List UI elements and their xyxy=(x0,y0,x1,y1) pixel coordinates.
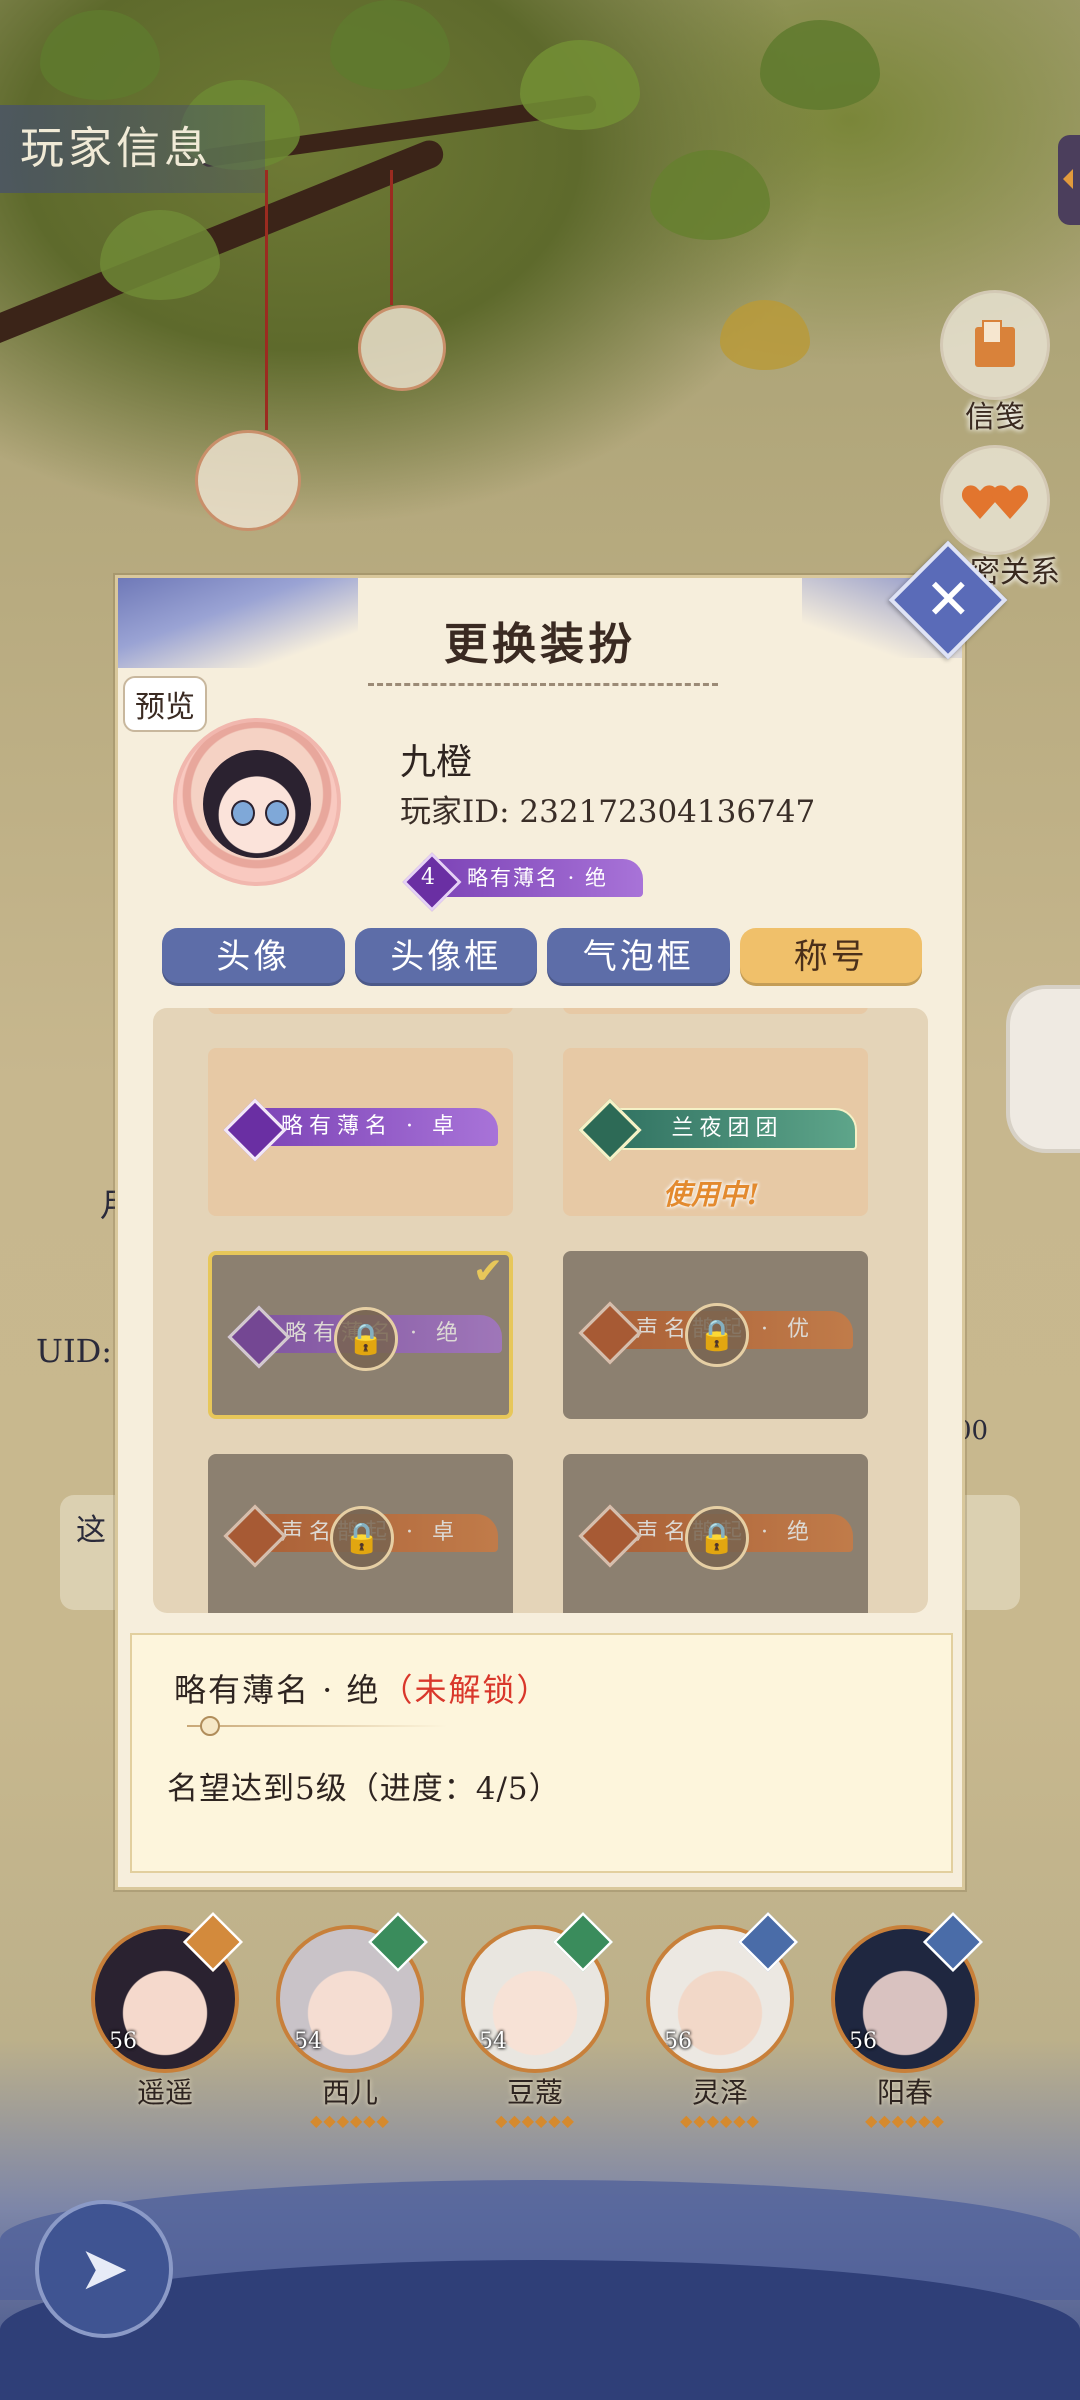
character-name: 遥遥 xyxy=(136,2076,193,2109)
title-cell[interactable]: 声名鹊起 · 卓 🔒 xyxy=(208,1454,513,1613)
maple-leaf xyxy=(40,10,160,100)
title-detail-panel: 略有薄名 · 绝（未解锁） 名望达到5级（进度：4/5） xyxy=(130,1633,953,1873)
detail-divider-dot xyxy=(200,1716,220,1736)
title-cell[interactable]: 略有薄名 · 绝 🔒 ✔ xyxy=(208,1251,513,1419)
star-rating: ◆◆◆◆◆◆ xyxy=(495,2111,575,2130)
avatar xyxy=(173,718,341,886)
lock-icon: 🔒 xyxy=(330,1506,394,1570)
detail-status: （未解锁） xyxy=(380,1671,551,1709)
detail-divider xyxy=(187,1725,447,1727)
swallow-icon: ➤ xyxy=(78,2234,130,2304)
lock-icon: 🔒 xyxy=(685,1506,749,1570)
character-level: 54 xyxy=(294,2029,322,2054)
title-ribbon: 略有薄名 · 卓 xyxy=(223,1098,498,1162)
detail-title: 略有薄名 · 绝（未解锁） xyxy=(174,1665,551,1711)
character-level: 56 xyxy=(849,2029,877,2054)
title-cell[interactable]: 兰夜团团 使用中! xyxy=(563,1048,868,1216)
detail-requirement: 名望达到5级（进度：4/5） xyxy=(167,1771,561,1807)
star-rating: ◆◆◆◆◆◆ xyxy=(680,2111,760,2130)
dressup-modal: 更换装扮 ✕ 预览 九橙 玩家ID: 232172304136747 略有薄名 … xyxy=(115,540,1008,1890)
in-use-label: 使用中! xyxy=(663,1178,760,1211)
character-list: 56 遥遥 54 西儿 ◆◆◆◆◆◆ 54 豆蔻 ◆◆◆◆◆◆ 56 灵泽 ◆◆… xyxy=(90,1911,990,2145)
character-name: 阳春 xyxy=(876,2076,933,2109)
character-name: 灵泽 xyxy=(691,2076,748,2109)
character-name: 豆蔻 xyxy=(506,2076,563,2109)
title-cell-partial xyxy=(208,1008,513,1014)
hearts-icon xyxy=(940,445,1050,555)
star-rating: ◆◆◆◆◆◆ xyxy=(865,2111,945,2130)
title-cell-partial xyxy=(563,1008,868,1014)
tab-bubble-frame[interactable]: 气泡框 xyxy=(547,928,730,986)
character-card[interactable]: 56 遥遥 xyxy=(90,1911,244,2111)
screen-title: 玩家信息 xyxy=(0,105,265,193)
character-card[interactable]: 54 西儿 ◆◆◆◆◆◆ xyxy=(275,1911,429,2130)
detail-name: 略有薄名 · 绝 xyxy=(174,1671,381,1709)
current-title-badge: 略有薄名 · 绝 4 xyxy=(402,852,643,912)
preview-label[interactable]: 预览 xyxy=(123,676,207,732)
tab-avatar-frame[interactable]: 头像框 xyxy=(354,928,537,986)
lock-icon: 🔒 xyxy=(685,1303,749,1367)
character-level: 56 xyxy=(109,2029,137,2054)
uid-label: UID: xyxy=(36,1332,113,1370)
title-level: 4 xyxy=(421,865,435,890)
underlying-text: 这 xyxy=(76,1513,106,1548)
title-ribbon: 兰夜团团 xyxy=(578,1098,857,1162)
maple-leaf xyxy=(720,300,810,370)
title-cell[interactable]: 略有薄名 · 卓 xyxy=(208,1048,513,1216)
dressup-tabs: 头像 头像框 气泡框 称号 xyxy=(162,928,922,986)
title-grid: 略有薄名 · 卓 兰夜团团 使用中! 略有薄名 · 绝 🔒 ✔ 声名鹊起 · 优 xyxy=(153,1008,928,1613)
character-level: 56 xyxy=(664,2029,692,2054)
avatar-face xyxy=(203,750,311,858)
star-rating: ◆◆◆◆◆◆ xyxy=(310,2111,390,2130)
wind-chime xyxy=(358,305,446,391)
maple-leaf xyxy=(520,40,640,130)
avatar-eye xyxy=(265,800,289,826)
player-id: 玩家ID: 232172304136747 xyxy=(400,794,816,830)
wind-chime-string xyxy=(265,170,268,430)
character-card[interactable]: 56 灵泽 ◆◆◆◆◆◆ xyxy=(645,1911,799,2130)
maple-leaf xyxy=(330,0,450,90)
character-card[interactable]: 56 阳春 ◆◆◆◆◆◆ xyxy=(830,1911,984,2130)
character-name: 西儿 xyxy=(321,2076,378,2109)
maple-leaf xyxy=(760,20,880,110)
maple-leaf xyxy=(100,210,220,300)
close-icon: ✕ xyxy=(924,566,972,632)
tab-title[interactable]: 称号 xyxy=(739,928,922,986)
character-level: 54 xyxy=(479,2029,507,2054)
checkmark-icon: ✔ xyxy=(472,1251,503,1292)
collapse-arrow-tab[interactable] xyxy=(1058,135,1080,225)
home-button[interactable]: ➤ xyxy=(35,2200,173,2338)
wind-chime xyxy=(195,430,301,531)
title-divider xyxy=(368,683,718,686)
tab-avatar[interactable]: 头像 xyxy=(162,928,345,986)
player-name: 九橙 xyxy=(400,742,473,783)
lock-icon: 🔒 xyxy=(334,1307,398,1371)
wind-chime-string xyxy=(390,170,393,305)
floating-bubble-button[interactable] xyxy=(1006,985,1080,1153)
character-card[interactable]: 54 豆蔻 ◆◆◆◆◆◆ xyxy=(460,1911,614,2130)
letter-button[interactable]: 信笺 xyxy=(940,290,1050,436)
modal-title: 更换装扮 xyxy=(444,619,636,670)
letter-icon xyxy=(940,290,1050,400)
letter-label: 信笺 xyxy=(965,400,1025,435)
title-cell[interactable]: 声名鹊起 · 绝 🔒 xyxy=(563,1454,868,1613)
title-cell[interactable]: 声名鹊起 · 优 🔒 xyxy=(563,1251,868,1419)
avatar-eye xyxy=(231,800,255,826)
maple-leaf xyxy=(650,150,770,240)
